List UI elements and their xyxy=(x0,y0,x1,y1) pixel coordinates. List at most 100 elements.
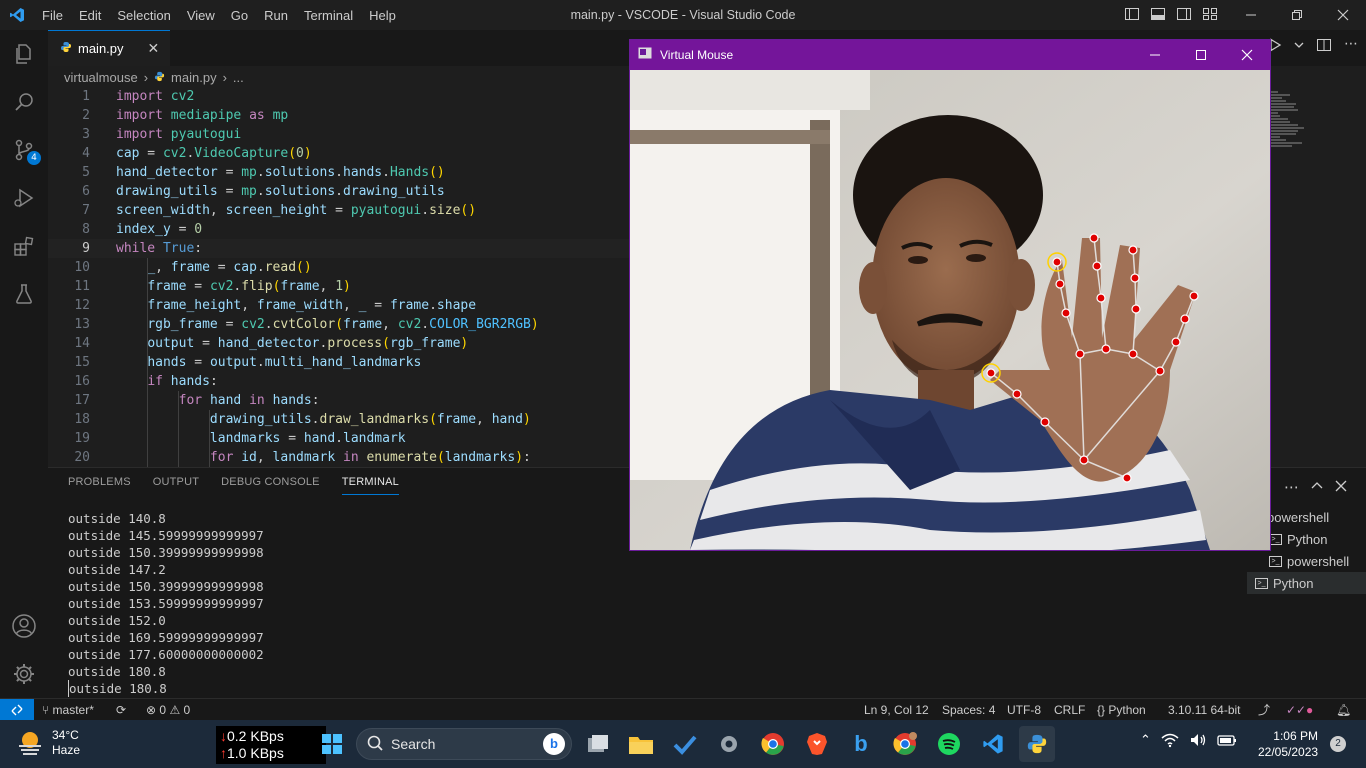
clock-time: 1:06 PM xyxy=(1273,729,1318,743)
activity-bar: 4 xyxy=(0,30,48,698)
close-icon[interactable] xyxy=(1320,0,1366,30)
indentation[interactable]: Spaces: 4 xyxy=(942,699,995,721)
menu-run[interactable]: Run xyxy=(256,8,296,23)
split-editor-icon[interactable] xyxy=(1316,38,1332,56)
spotify-icon[interactable] xyxy=(931,726,967,762)
breadcrumb-symbol[interactable]: ... xyxy=(233,70,244,85)
breadcrumb-folder[interactable]: virtualmouse xyxy=(64,70,138,85)
window-controls xyxy=(1228,0,1366,30)
maximize-icon[interactable] xyxy=(1178,40,1224,70)
python-app-icon[interactable] xyxy=(1019,726,1055,762)
line-number: 20 xyxy=(74,450,90,465)
notifications-bell-icon[interactable]: 🔔︎ xyxy=(1336,699,1351,721)
line-number: 17 xyxy=(74,393,90,408)
terminal-output[interactable]: outside 140.8 outside 145.59999999999997… xyxy=(68,510,264,697)
tab-terminal[interactable]: TERMINAL xyxy=(341,476,399,495)
maximize-panel-chevron-icon[interactable] xyxy=(1311,478,1323,496)
manage-gear-icon[interactable] xyxy=(0,650,48,698)
panel-controls: ⋯ xyxy=(1284,478,1347,496)
close-icon[interactable] xyxy=(1224,40,1270,70)
minimize-icon[interactable] xyxy=(1132,40,1178,70)
notification-badge[interactable]: 2 xyxy=(1330,736,1346,752)
live-share-icon[interactable]: ⤴ xyxy=(1258,699,1270,721)
clock-date: 22/05/2023 xyxy=(1258,745,1319,759)
toggle-primary-sidebar-icon[interactable] xyxy=(1124,6,1142,24)
chevron-up-icon[interactable]: ⌃ xyxy=(1140,732,1151,751)
terminal-item-powershell[interactable]: >_ powershell xyxy=(1247,550,1366,572)
start-windows-icon[interactable] xyxy=(314,726,350,762)
cursor-position[interactable]: Ln 9, Col 12 xyxy=(864,699,929,721)
toggle-secondary-sidebar-icon[interactable] xyxy=(1176,6,1194,24)
toggle-panel-icon[interactable] xyxy=(1150,6,1168,24)
testing-icon[interactable] xyxy=(0,270,48,318)
chrome-icon[interactable] xyxy=(755,726,791,762)
bing-chat-icon[interactable]: b xyxy=(843,726,879,762)
source-control-badge: 4 xyxy=(27,151,41,165)
end-of-line[interactable]: CRLF xyxy=(1054,699,1085,721)
accounts-icon[interactable] xyxy=(0,602,48,650)
line-number: 16 xyxy=(74,374,90,389)
virtual-mouse-titlebar[interactable]: Virtual Mouse xyxy=(630,40,1270,70)
line-number: 12 xyxy=(74,298,90,313)
menu-terminal[interactable]: Terminal xyxy=(296,8,361,23)
extension-status-icon[interactable]: ● xyxy=(1306,699,1313,721)
editor-actions: ⋯ xyxy=(1268,37,1358,56)
more-actions-icon[interactable]: ⋯ xyxy=(1344,37,1358,56)
line-number: 9 xyxy=(82,241,90,256)
file-explorer-icon[interactable] xyxy=(623,726,659,762)
menu-go[interactable]: Go xyxy=(223,8,256,23)
line-number: 18 xyxy=(74,412,90,427)
minimap[interactable] xyxy=(1268,90,1348,170)
tab-problems[interactable]: PROBLEMS xyxy=(68,476,131,495)
clock[interactable]: 1:06 PM 22/05/2023 xyxy=(1258,728,1318,760)
source-control-icon[interactable]: 4 xyxy=(0,126,48,174)
taskbar-search[interactable]: Search b xyxy=(356,728,572,760)
menu-bar: File Edit Selection View Go Run Terminal… xyxy=(34,0,404,30)
problems-indicator[interactable]: ⊗ 0 ⚠ 0 xyxy=(146,699,190,721)
window-app-icon xyxy=(638,47,652,63)
settings-gear-icon[interactable] xyxy=(711,726,747,762)
menu-view[interactable]: View xyxy=(179,8,223,23)
copilot-check-icon[interactable]: ✓✓ xyxy=(1286,699,1306,721)
chrome-profile-icon[interactable] xyxy=(887,726,923,762)
task-view-icon[interactable] xyxy=(580,726,616,762)
battery-icon[interactable] xyxy=(1217,732,1237,751)
todo-check-icon[interactable] xyxy=(667,726,703,762)
branch-indicator[interactable]: ⑂ master* xyxy=(42,699,94,721)
encoding[interactable]: UTF-8 xyxy=(1007,699,1041,721)
line-number: 10 xyxy=(74,260,90,275)
wifi-icon[interactable] xyxy=(1161,732,1179,751)
run-debug-icon[interactable] xyxy=(0,174,48,222)
breadcrumb-file[interactable]: main.py xyxy=(171,70,217,85)
close-panel-icon[interactable] xyxy=(1335,478,1347,496)
python-interpreter[interactable]: 3.10.11 64-bit xyxy=(1168,699,1241,721)
sync-icon[interactable]: ⟳ xyxy=(116,699,126,721)
tab-debug-console[interactable]: DEBUG CONSOLE xyxy=(221,476,320,495)
terminal-item-python[interactable]: >_ Python xyxy=(1247,572,1366,594)
explorer-icon[interactable] xyxy=(0,30,48,78)
terminal-line: outside 145.59999999999997 xyxy=(68,528,264,543)
menu-file[interactable]: File xyxy=(34,8,71,23)
vscode-icon[interactable] xyxy=(975,726,1011,762)
menu-selection[interactable]: Selection xyxy=(109,8,178,23)
brave-icon[interactable] xyxy=(799,726,835,762)
tab-main-py[interactable]: main.py ✕ xyxy=(48,30,170,66)
weather-widget[interactable]: 34°C Haze xyxy=(16,728,80,759)
extensions-icon[interactable] xyxy=(0,222,48,270)
virtual-mouse-window[interactable]: Virtual Mouse xyxy=(629,39,1271,551)
more-actions-icon[interactable]: ⋯ xyxy=(1284,478,1299,496)
language-mode[interactable]: {} Python xyxy=(1097,699,1146,721)
customize-layout-icon[interactable] xyxy=(1202,6,1220,24)
menu-edit[interactable]: Edit xyxy=(71,8,109,23)
search-icon[interactable] xyxy=(0,78,48,126)
line-number: 11 xyxy=(74,279,90,294)
weather-desc: Haze xyxy=(52,743,81,757)
tab-close-icon[interactable]: ✕ xyxy=(148,41,160,57)
minimize-icon[interactable] xyxy=(1228,0,1274,30)
remote-window-icon[interactable] xyxy=(0,699,34,721)
tab-output[interactable]: OUTPUT xyxy=(153,476,199,495)
restore-icon[interactable] xyxy=(1274,0,1320,30)
volume-icon[interactable] xyxy=(1189,732,1207,751)
menu-help[interactable]: Help xyxy=(361,8,404,23)
run-dropdown-chevron-icon[interactable] xyxy=(1294,38,1304,56)
